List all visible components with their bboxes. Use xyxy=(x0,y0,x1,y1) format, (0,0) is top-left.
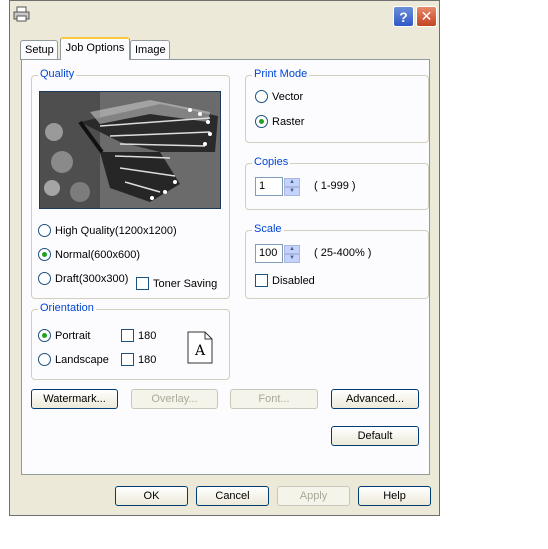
portrait-rotate-180-checkbox[interactable] xyxy=(121,329,134,342)
quality-option-normal[interactable]: Normal(600x600) xyxy=(38,248,140,261)
print-mode-vector-label: Vector xyxy=(272,90,304,103)
quality-preview-image xyxy=(39,91,221,209)
quality-group: Quality High Quality(1200x1200) Normal(6… xyxy=(31,68,230,299)
copies-group: Copies 1 ▲ ▼ ( 1-999 ) xyxy=(245,156,429,210)
print-mode-raster[interactable]: Raster xyxy=(255,115,304,128)
page-preview-letter: A xyxy=(194,343,206,359)
toner-saving-checkbox[interactable] xyxy=(136,277,149,290)
orientation-landscape-label: Landscape xyxy=(55,353,109,366)
scale-disabled-checkbox[interactable] xyxy=(255,274,268,287)
orientation-portrait[interactable]: Portrait xyxy=(38,329,90,342)
title-bar: ? ✕ xyxy=(10,1,439,28)
apply-button[interactable]: Apply xyxy=(277,486,350,506)
scale-group: Scale 100 ▲ ▼ ( 25-400% ) Disabled xyxy=(245,223,429,299)
portrait-rotate-180[interactable]: 180 xyxy=(121,329,156,342)
print-mode-group-label: Print Mode xyxy=(252,68,310,80)
copies-input[interactable]: 1 xyxy=(255,177,283,196)
tab-job-options[interactable]: Job Options xyxy=(60,37,130,60)
copies-up-arrow-icon[interactable]: ▲ xyxy=(284,177,300,187)
print-mode-raster-label: Raster xyxy=(272,115,305,128)
copies-down-arrow-icon[interactable]: ▼ xyxy=(284,186,300,196)
orientation-landscape[interactable]: Landscape xyxy=(38,353,109,366)
title-close-button[interactable]: ✕ xyxy=(416,6,437,27)
scale-disabled-label: Disabled xyxy=(272,274,315,287)
watermark-button[interactable]: Watermark... xyxy=(31,389,118,409)
scale-range: ( 25-400% ) xyxy=(314,247,372,259)
print-mode-vector[interactable]: Vector xyxy=(255,90,303,103)
radio-raster[interactable] xyxy=(255,115,268,128)
scale-spinner[interactable]: 100 ▲ ▼ xyxy=(255,244,300,263)
default-button[interactable]: Default xyxy=(331,426,419,446)
scale-input[interactable]: 100 xyxy=(255,244,283,263)
cancel-button[interactable]: Cancel xyxy=(196,486,269,506)
butterfly-image xyxy=(40,92,220,208)
quality-option-normal-label: Normal(600x600) xyxy=(55,248,140,261)
scale-group-label: Scale xyxy=(252,223,284,235)
tab-setup[interactable]: Setup xyxy=(20,40,58,60)
quality-option-draft[interactable]: Draft(300x300) xyxy=(38,272,128,285)
radio-portrait[interactable] xyxy=(38,329,51,342)
landscape-rotate-180[interactable]: 180 xyxy=(121,353,156,366)
radio-high-quality[interactable] xyxy=(38,224,51,237)
help-button[interactable]: Help xyxy=(358,486,431,506)
copies-spinner[interactable]: 1 ▲ ▼ xyxy=(255,177,300,196)
radio-normal[interactable] xyxy=(38,248,51,261)
landscape-rotate-180-checkbox[interactable] xyxy=(121,353,134,366)
orientation-group: Orientation Portrait Landscape 180 180 A xyxy=(31,302,230,380)
copies-range: ( 1-999 ) xyxy=(314,180,356,192)
font-button[interactable]: Font... xyxy=(230,389,318,409)
scale-down-arrow-icon[interactable]: ▼ xyxy=(284,253,300,263)
portrait-rotate-180-label: 180 xyxy=(138,329,157,342)
overlay-button[interactable]: Overlay... xyxy=(131,389,218,409)
radio-vector[interactable] xyxy=(255,90,268,103)
ok-button[interactable]: OK xyxy=(115,486,188,506)
quality-option-draft-label: Draft(300x300) xyxy=(55,272,129,285)
title-help-button[interactable]: ? xyxy=(393,6,414,27)
advanced-button[interactable]: Advanced... xyxy=(331,389,419,409)
printer-properties-dialog: ? ✕ Setup Job Options Image Quality High… xyxy=(9,0,440,516)
job-options-panel: Quality High Quality(1200x1200) Normal(6… xyxy=(21,59,430,475)
landscape-rotate-180-label: 180 xyxy=(138,353,157,366)
toner-saving-label: Toner Saving xyxy=(153,277,218,290)
print-mode-group: Print Mode Vector Raster xyxy=(245,68,429,143)
quality-group-label: Quality xyxy=(38,68,77,80)
toner-saving-option[interactable]: Toner Saving xyxy=(136,277,217,290)
orientation-portrait-label: Portrait xyxy=(55,329,91,342)
scale-up-arrow-icon[interactable]: ▲ xyxy=(284,244,300,254)
orientation-group-label: Orientation xyxy=(38,302,96,314)
copies-group-label: Copies xyxy=(252,156,291,168)
tab-image[interactable]: Image xyxy=(130,40,170,60)
page-orientation-preview-icon: A xyxy=(187,331,213,364)
quality-option-high-label: High Quality(1200x1200) xyxy=(55,224,177,237)
radio-draft[interactable] xyxy=(38,272,51,285)
radio-landscape[interactable] xyxy=(38,353,51,366)
quality-option-high[interactable]: High Quality(1200x1200) xyxy=(38,224,177,237)
scale-disabled-option[interactable]: Disabled xyxy=(255,274,315,287)
printer-icon xyxy=(13,6,30,22)
